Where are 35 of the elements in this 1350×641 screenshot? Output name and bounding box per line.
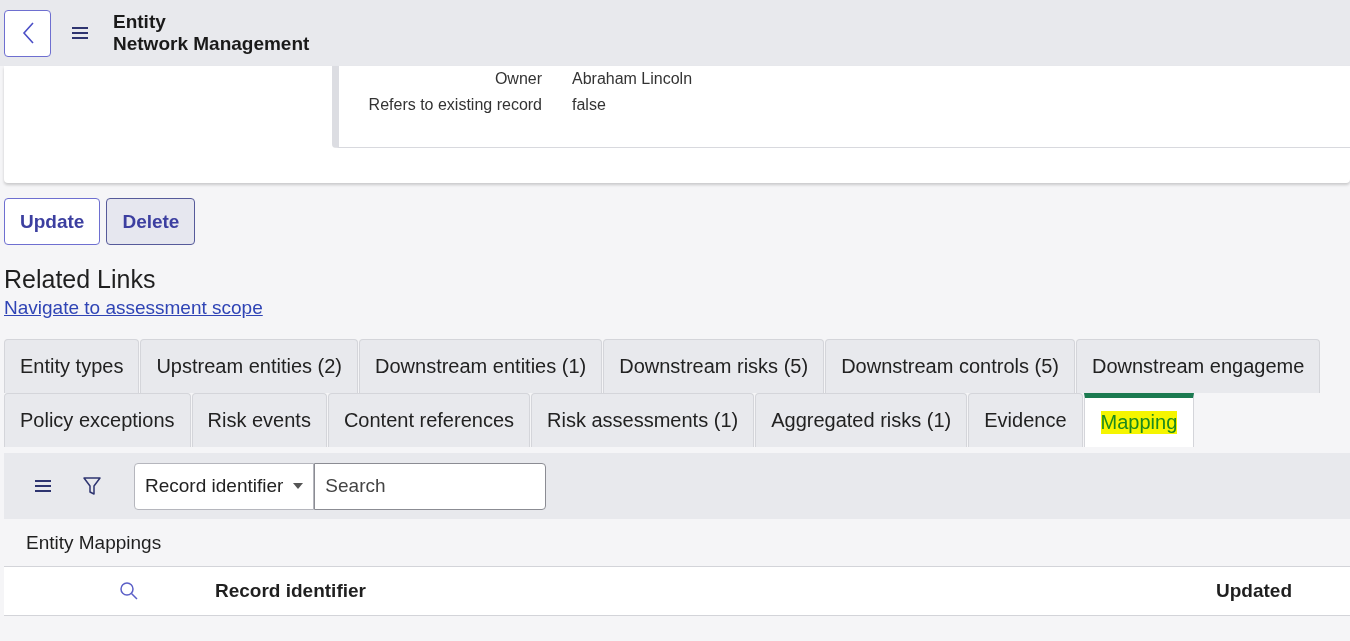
delete-button[interactable]: Delete xyxy=(106,198,196,245)
search-field-dropdown[interactable]: Record identifier xyxy=(134,462,315,510)
page-subtitle: Network Management xyxy=(113,33,310,55)
back-button[interactable] xyxy=(4,9,51,57)
field-value: Abraham Lincoln xyxy=(572,69,693,89)
menu-icon[interactable] xyxy=(34,479,52,493)
column-header[interactable]: Record identifier xyxy=(215,580,366,602)
tab[interactable]: Entity types xyxy=(4,339,140,393)
tab[interactable]: Policy exceptions xyxy=(4,393,191,447)
field-value: false xyxy=(572,95,606,115)
search-input[interactable]: Search xyxy=(314,462,547,510)
tab[interactable]: Evidence xyxy=(968,393,1083,447)
chevron-left-icon xyxy=(20,21,35,45)
filter-icon[interactable] xyxy=(82,476,102,496)
tab[interactable]: Downstream entities (1) xyxy=(359,339,603,393)
related-links-heading: Related Links xyxy=(4,264,157,295)
tab[interactable]: Downstream risks (5) xyxy=(603,339,825,393)
tab[interactable]: Downstream engageme xyxy=(1075,339,1321,393)
tab[interactable]: Content references xyxy=(327,393,530,447)
field-label: Refers to existing record xyxy=(367,95,542,115)
field-label: Owner xyxy=(493,69,542,89)
tab[interactable]: Risk events xyxy=(191,393,327,447)
page-title: Entity xyxy=(113,11,167,33)
related-link[interactable]: Navigate to assessment scope xyxy=(4,295,263,321)
tab[interactable]: Risk assessments (1) xyxy=(531,393,755,447)
update-button[interactable]: Update xyxy=(4,198,101,245)
search-icon[interactable] xyxy=(119,581,139,601)
tab[interactable]: Downstream controls (5) xyxy=(825,339,1075,393)
caret-icon xyxy=(293,483,304,489)
tab[interactable]: Upstream entities (2) xyxy=(140,339,358,393)
menu-icon[interactable] xyxy=(71,26,89,40)
list-title: Entity Mappings xyxy=(26,531,162,554)
tab[interactable]: Mapping xyxy=(1083,393,1195,447)
tab[interactable]: Aggregated risks (1) xyxy=(755,393,968,447)
column-header[interactable]: Updated xyxy=(1216,580,1292,602)
